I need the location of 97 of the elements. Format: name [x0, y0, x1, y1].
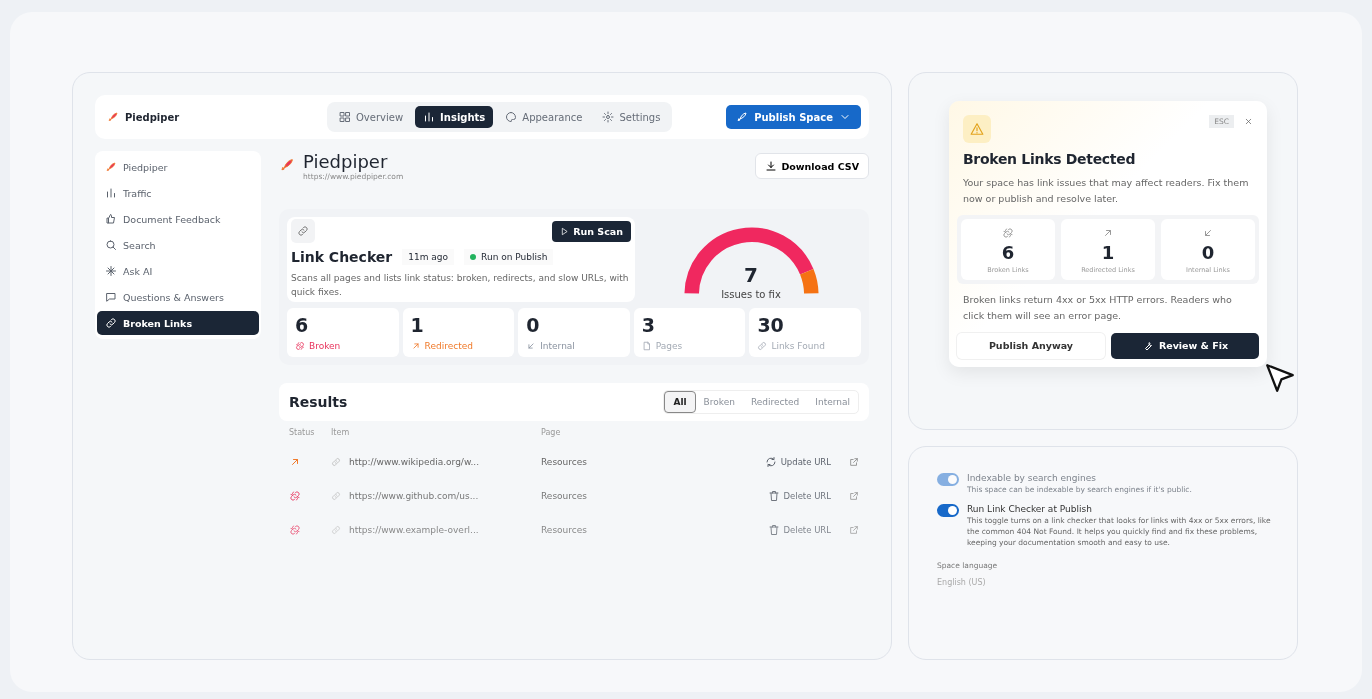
nav-tab[interactable]: Appearance	[497, 106, 591, 128]
nav-tab[interactable]: Insights	[415, 106, 494, 128]
publish-button[interactable]: Publish Space	[726, 105, 861, 129]
broken-link-icon	[289, 523, 301, 536]
settings-icon	[602, 111, 615, 123]
document-icon	[641, 340, 652, 351]
row-action-button[interactable]: Update URL	[758, 454, 837, 469]
link-icon	[757, 340, 768, 351]
toggle-title: Run Link Checker at Publish	[967, 503, 1093, 514]
toggle-title: Indexable by search engines	[967, 473, 1097, 483]
nav-tab[interactable]: Settings	[594, 106, 669, 128]
language-value: English (US)	[937, 577, 987, 587]
broken-link-icon	[289, 489, 301, 502]
brand-name: Piedpiper	[125, 111, 180, 123]
broken-link-icon	[295, 340, 305, 351]
url-cell: https://www.github.com/us...	[349, 490, 479, 501]
rocket-icon	[107, 111, 119, 123]
search-icon	[105, 239, 117, 251]
grid-icon	[339, 111, 351, 123]
review-fix-button[interactable]: Review & Fix	[1111, 332, 1259, 359]
sidebar-item[interactable]: Piedpiper	[97, 155, 259, 179]
filter-tab[interactable]: Broken	[695, 390, 743, 413]
toggle-switch[interactable]	[937, 503, 959, 517]
external-link-icon[interactable]	[849, 490, 859, 501]
stat-value: 0	[526, 313, 541, 336]
page-cell-text: Resources	[541, 456, 588, 467]
trash-icon	[767, 523, 780, 536]
download-csv-button[interactable]: Download CSV	[755, 153, 869, 179]
stat-label: Pages	[655, 340, 683, 351]
arrow-down-left-icon	[526, 340, 537, 351]
external-link-icon[interactable]	[849, 524, 859, 535]
column-header: Status	[289, 428, 316, 438]
issue-count: 7	[744, 263, 758, 287]
stat-value: 1	[1101, 242, 1115, 264]
nav-tab[interactable]: Overview	[331, 106, 412, 128]
stat-value: 3	[641, 313, 656, 336]
run-scan-button[interactable]: Run Scan	[552, 220, 631, 242]
chat-bubble-icon	[105, 291, 117, 303]
status-badge: Run on Publish	[464, 249, 554, 265]
rocket-icon	[736, 111, 749, 123]
thumbs-up-icon	[105, 213, 117, 225]
link-checker-description: Scans all pages and lists link status: broken, redirects, and slow URLs, with quick fixes.	[291, 272, 630, 300]
download-icon	[765, 160, 778, 172]
row-action-button[interactable]: Delete URL	[761, 522, 837, 537]
column-header: Page	[541, 428, 562, 438]
trash-icon	[767, 489, 780, 502]
url-cell: https://www.example-overl...	[349, 524, 479, 535]
stat-value: 6	[295, 313, 310, 336]
close-icon[interactable]	[1244, 117, 1253, 126]
stat-label: Links Found	[771, 340, 825, 351]
dialog-message: Your space has link issues that may affect readers. Fix them now or publish and resolve later.	[962, 176, 1250, 207]
sidebar-item[interactable]: Search	[97, 233, 259, 257]
refresh-icon	[764, 455, 777, 468]
link-icon	[331, 456, 341, 467]
time-badge: 11m ago	[402, 249, 455, 265]
link-checker-title: Link Checker	[291, 249, 393, 265]
sidebar-item[interactable]: Traffic	[97, 181, 259, 205]
filter-tab[interactable]: Internal	[807, 390, 858, 413]
filter-tab[interactable]: Redirected	[742, 390, 808, 413]
palette-icon	[505, 111, 518, 123]
sparkle-icon	[105, 265, 117, 277]
results-title: Results	[289, 393, 348, 410]
rocket-icon	[279, 157, 295, 173]
page-cell-text: Resources	[541, 490, 588, 501]
dialog-title: Broken Links Detected	[962, 151, 1137, 167]
stat-label: Internal	[540, 340, 575, 351]
link-icon	[291, 219, 315, 243]
bar-chart-icon	[423, 111, 436, 123]
broken-link-icon	[1002, 227, 1014, 240]
row-action-button[interactable]: Delete URL	[761, 488, 837, 503]
link-icon	[331, 490, 341, 501]
sidebar-item[interactable]: Broken Links	[97, 311, 259, 335]
rocket-icon	[105, 161, 117, 173]
link-icon	[105, 317, 117, 329]
stat-value: 30	[757, 313, 785, 336]
warning-icon	[963, 115, 991, 143]
stat-label: Broken	[309, 340, 341, 351]
play-icon	[560, 226, 570, 236]
sidebar-item[interactable]: Questions & Answers	[97, 285, 259, 309]
stat-label: Redirected	[424, 340, 473, 351]
page-cell-text: Resources	[541, 524, 588, 535]
stat-value: 6	[1001, 242, 1015, 264]
stat-value: 1	[410, 313, 425, 336]
sidebar-item[interactable]: Document Feedback	[97, 207, 259, 231]
dialog-note: Broken links return 4xx or 5xx HTTP errors. Readers who click them will see an error page.	[962, 293, 1233, 324]
arrow-up-right-icon	[410, 340, 421, 351]
column-header: Item	[331, 428, 351, 438]
url-cell: http://www.wikipedia.org/w...	[349, 456, 479, 467]
external-link-icon[interactable]	[849, 456, 859, 467]
sidebar-item[interactable]: Ask AI	[97, 259, 259, 283]
stat-value: 0	[1201, 242, 1215, 264]
link-icon	[331, 524, 341, 535]
bar-chart-icon	[105, 187, 117, 199]
space-title: Piedpiper	[303, 151, 389, 172]
gauge-caption: Issues to fix	[721, 289, 781, 300]
publish-anyway-button[interactable]: Publish Anyway	[957, 332, 1105, 359]
filter-tab[interactable]: All	[664, 390, 696, 413]
